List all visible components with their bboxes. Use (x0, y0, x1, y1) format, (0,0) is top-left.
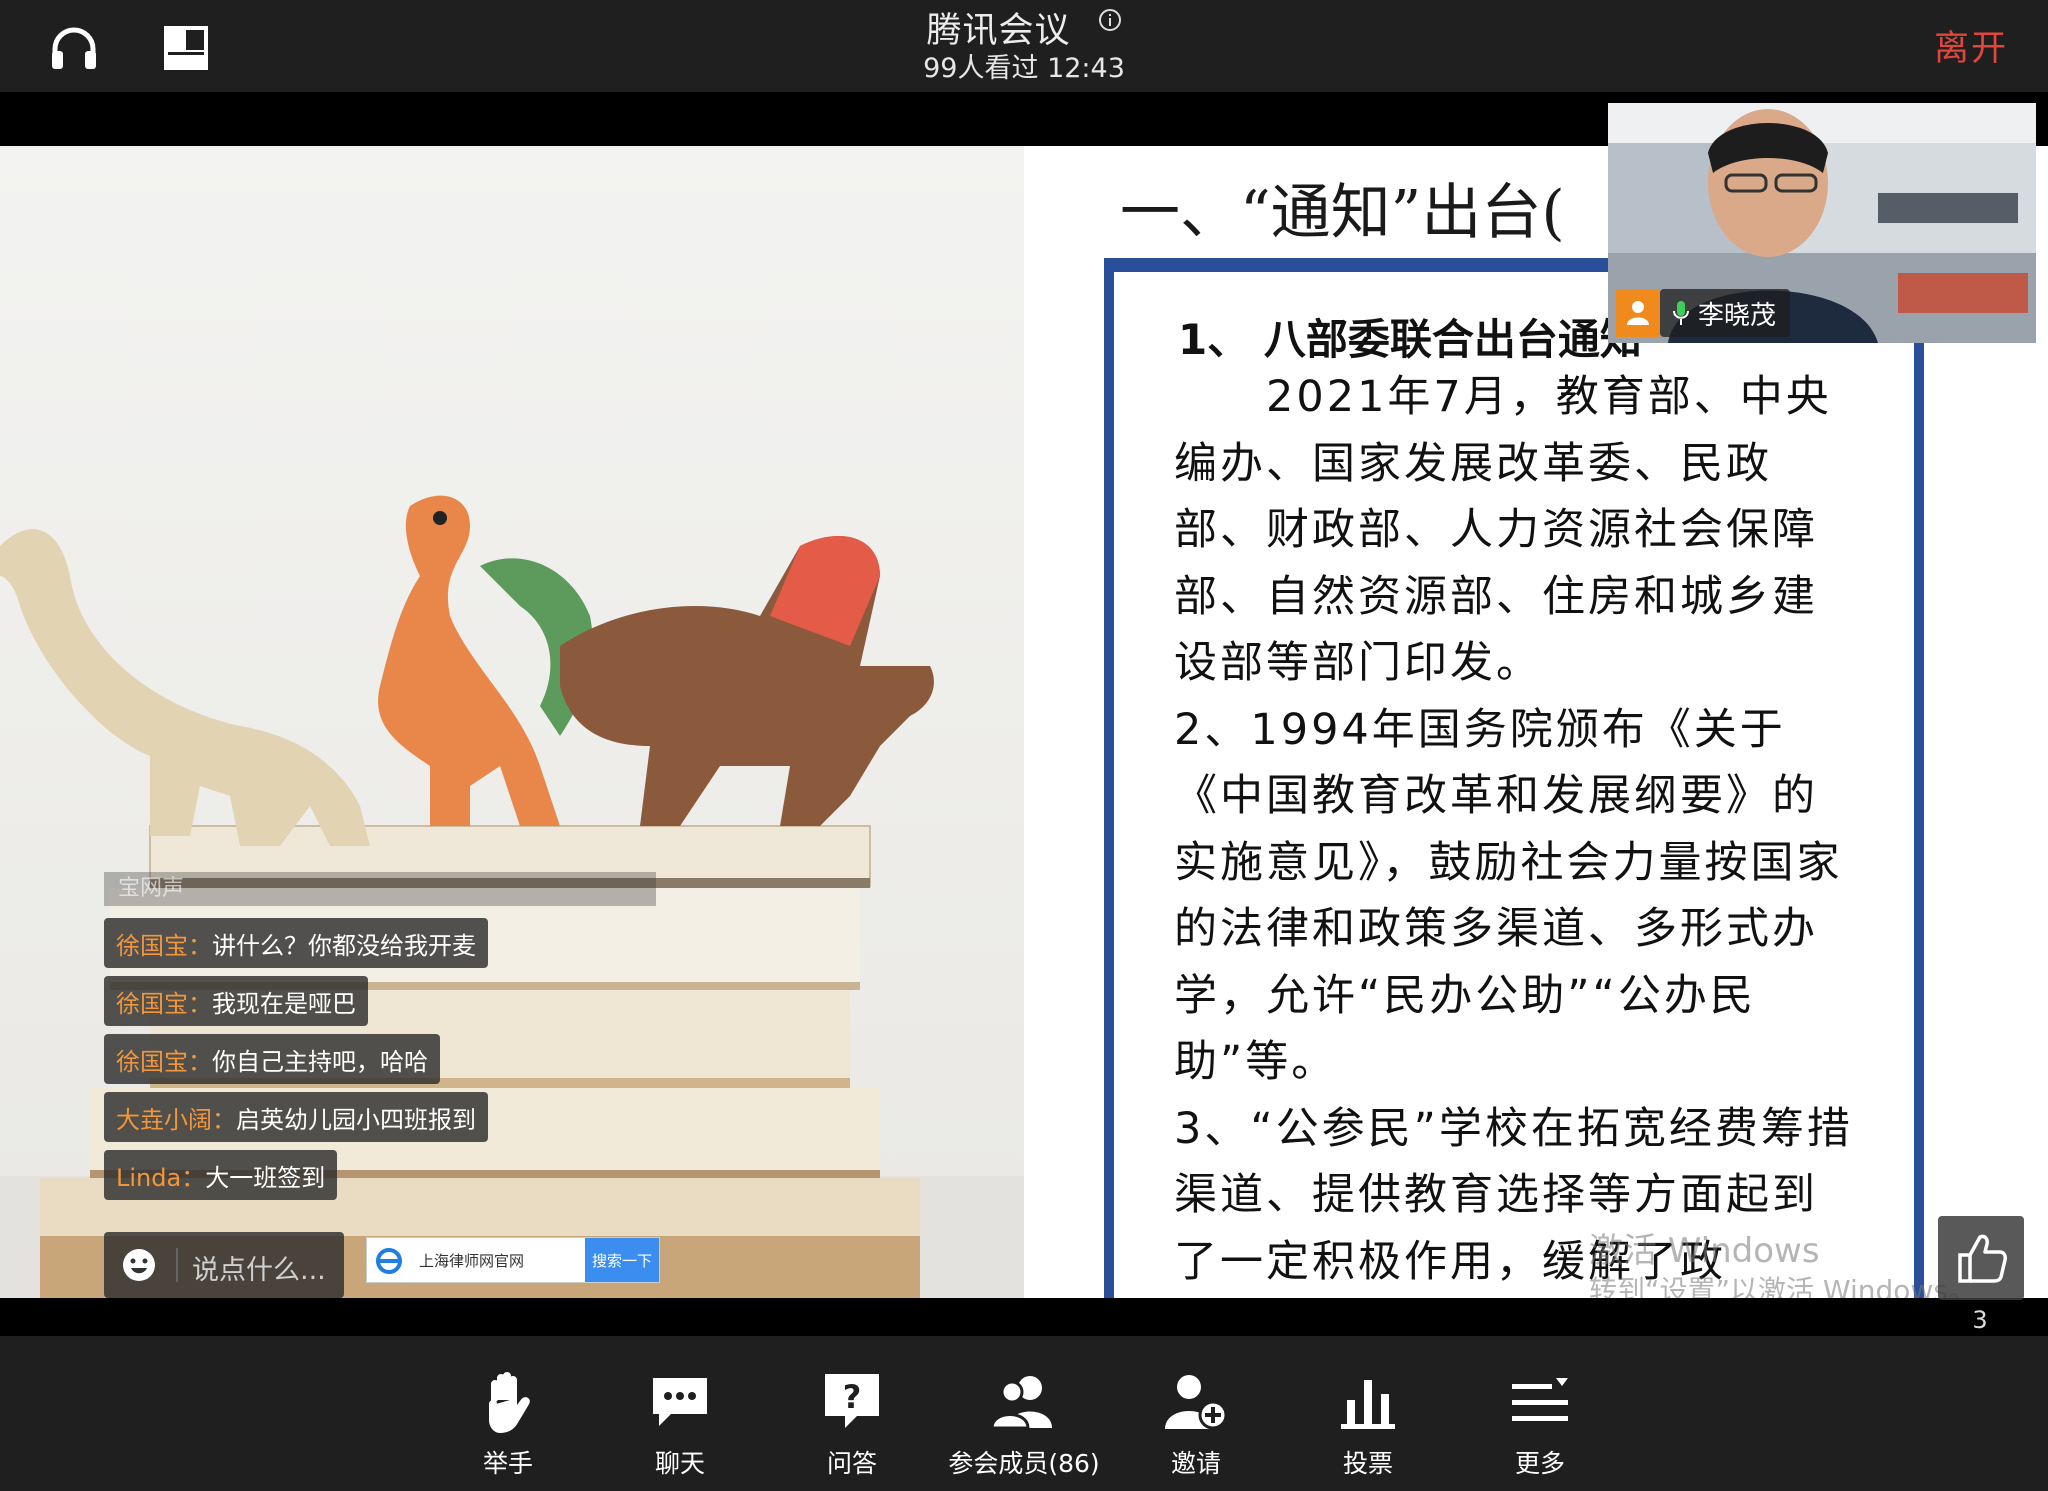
slide-heading: 1、 八部委联合出台通知 (1178, 315, 1642, 364)
vote-icon (1282, 1368, 1454, 1436)
leave-button[interactable]: 离开 (1934, 20, 2008, 71)
chat-text: 大一班签到 (205, 1163, 326, 1192)
like-count: 3 (1972, 1306, 1988, 1334)
bottom-toolbar: 举手 聊天 ? 问答 参会成员(86) 邀请 投票 更多 (0, 1336, 2048, 1491)
thumbs-up-icon (1958, 1234, 2007, 1283)
speaker-name: 李晓茂 (1698, 300, 1777, 331)
watermark-line-1: 激活 Windows (1589, 1231, 1820, 1271)
speaker-name-tag: 李晓茂 (1660, 289, 1791, 337)
chat-text: 启英幼儿园小四班报到 (236, 1105, 476, 1134)
info-icon[interactable] (1098, 8, 1122, 36)
chat-sender: 大垚小阔： (116, 1105, 236, 1134)
chat-text: 讲什么？你都没给我开麦 (212, 931, 476, 960)
viewer-count-and-time: 99人看过 12:43 (923, 53, 1125, 84)
vote-label: 投票 (1342, 1449, 1393, 1478)
ad-search-bar[interactable]: 上海律师网官网 搜索一下 (366, 1237, 660, 1283)
top-bar: 腾讯会议 99人看过 12:43 离开 (0, 0, 2048, 92)
qa-button[interactable]: ? 问答 (766, 1336, 938, 1491)
chat-message: 大垚小阔： 启英幼儿园小四班报到 (104, 1092, 488, 1142)
chat-message: 徐国宝： 你自己主持吧，哈哈 (104, 1034, 440, 1084)
chat-text: 我现在是哑巴 (212, 989, 356, 1018)
chat-button[interactable]: 聊天 (594, 1336, 766, 1491)
raise-hand-label: 举手 (482, 1449, 533, 1478)
chat-message: 徐国宝： 讲什么？你都没给我开麦 (104, 918, 488, 968)
divider (176, 1248, 178, 1282)
microphone-icon (1672, 300, 1690, 326)
slide-paragraph: 2021年7月，教育部、中央编办、国家发展改革委、民政部、财政部、人力资源社会保… (1174, 372, 1832, 688)
chat-text: 你自己主持吧，哈哈 (212, 1047, 428, 1076)
chat-label: 聊天 (654, 1449, 705, 1478)
svg-text:?: ? (843, 1378, 862, 1416)
chat-sender: 徐国宝： (116, 1047, 212, 1076)
more-icon (1454, 1368, 1626, 1436)
browser-icon (375, 1247, 403, 1279)
chat-sender: Linda： (116, 1163, 206, 1192)
emoji-icon[interactable] (122, 1248, 156, 1286)
more-label: 更多 (1514, 1449, 1565, 1478)
hand-icon (422, 1368, 594, 1436)
chat-faded-line: 宝网声 (104, 872, 656, 906)
chat-icon (594, 1368, 766, 1436)
members-button[interactable]: 参会成员(86) (938, 1336, 1110, 1491)
more-button[interactable]: 更多 (1454, 1336, 1626, 1491)
chat-message: Linda： 大一班签到 (104, 1150, 338, 1200)
chat-sender: 徐国宝： (116, 931, 212, 960)
vote-button[interactable]: 投票 (1282, 1336, 1454, 1491)
ad-search-button[interactable]: 搜索一下 (585, 1238, 659, 1282)
raise-hand-button[interactable]: 举手 (422, 1336, 594, 1491)
chat-sender: 徐国宝： (116, 989, 212, 1018)
chat-message: 徐国宝： 我现在是哑巴 (104, 976, 368, 1026)
ad-text: 上海律师网官网 (419, 1252, 525, 1270)
members-icon (938, 1368, 1110, 1436)
slide-title: 一、“通知”出台( (1120, 178, 1565, 248)
chat-input-placeholder: 说点什么... (192, 1255, 326, 1286)
chat-input[interactable]: 说点什么... (104, 1232, 344, 1298)
qa-label: 问答 (826, 1449, 877, 1478)
slide-body: 2021年7月，教育部、中央编办、国家发展改革委、民政部、财政部、人力资源社会保… (1174, 364, 1854, 1295)
watermark-line-2: 转到“设置”以激活 Windows。 (1589, 1274, 1976, 1298)
question-icon: ? (766, 1368, 938, 1436)
windows-activation-watermark: 激活 Windows 转到“设置”以激活 Windows。 (1589, 1231, 1976, 1298)
invite-button[interactable]: 邀请 (1110, 1336, 1282, 1491)
invite-icon (1110, 1368, 1282, 1436)
members-label: 参会成员(86) (948, 1449, 1100, 1478)
invite-label: 邀请 (1170, 1449, 1221, 1478)
user-avatar-icon (1616, 289, 1660, 337)
slide-paragraph: 2、1994年国务院颁布《关于《中国教育改革和发展纲要》的实施意见》，鼓励社会力… (1174, 704, 1843, 1088)
speaker-video[interactable]: 李晓茂 (1608, 103, 2036, 343)
like-button[interactable] (1938, 1216, 2024, 1300)
